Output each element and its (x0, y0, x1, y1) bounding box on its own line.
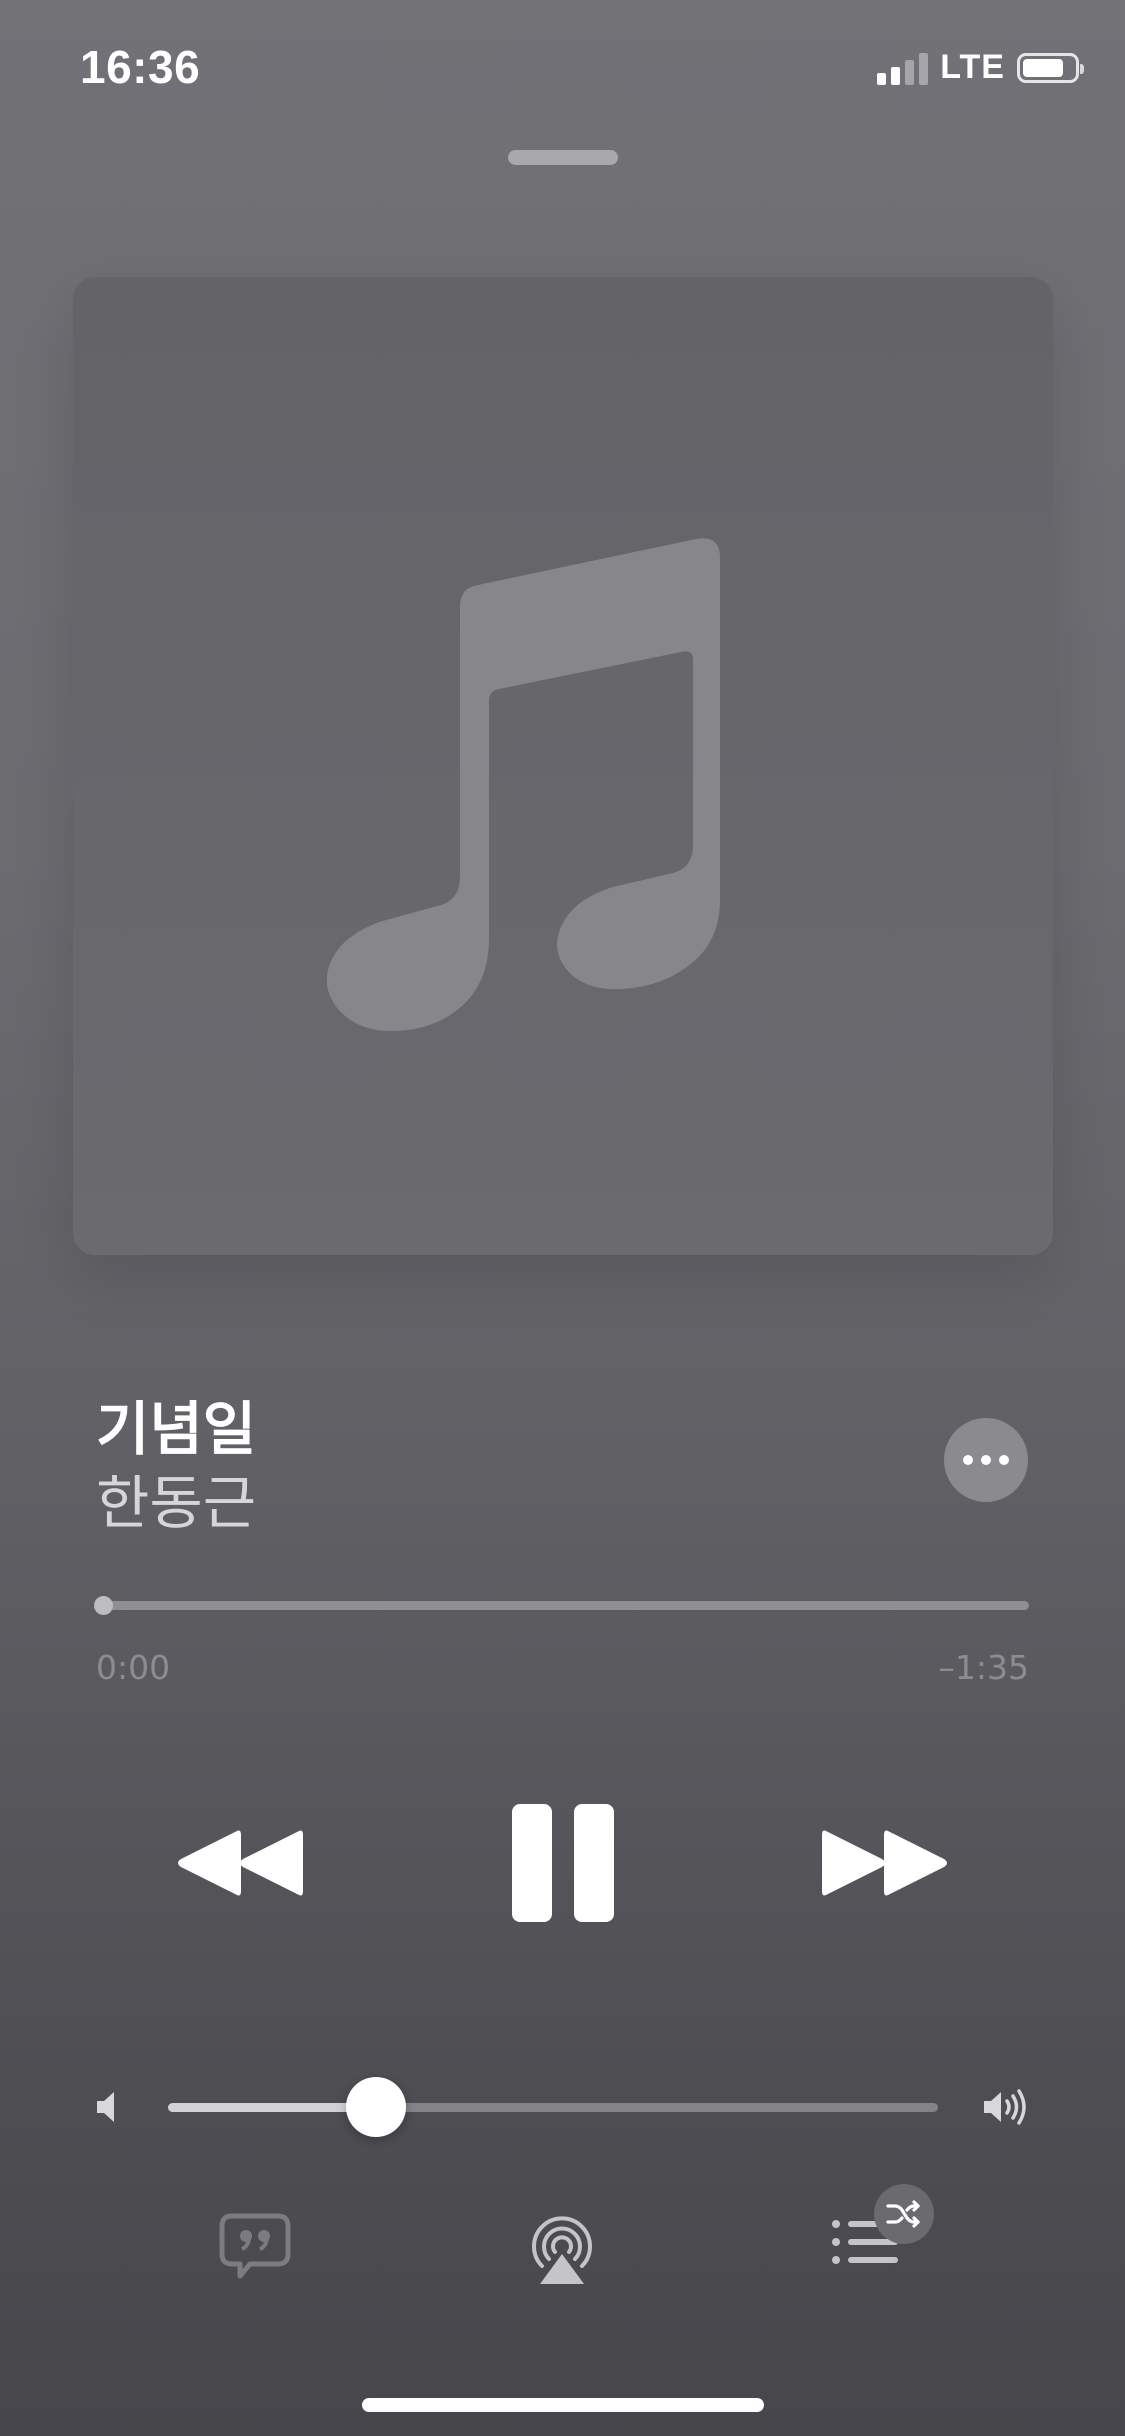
rewind-icon (178, 1830, 303, 1896)
fast-forward-button[interactable] (815, 1818, 955, 1908)
battery-level (1023, 58, 1063, 77)
remaining-time: –1:35 (938, 1648, 1029, 1687)
fast-forward-icon (822, 1830, 947, 1896)
speaker-wave-icon (984, 2089, 1026, 2125)
speaker-icon (97, 2092, 114, 2122)
volume-fill (168, 2103, 376, 2112)
home-indicator[interactable] (362, 2398, 764, 2412)
volume-max-button[interactable] (982, 2088, 1030, 2126)
battery-icon (1017, 52, 1084, 83)
pause-icon (511, 1803, 552, 1922)
ellipsis-icon (963, 1455, 973, 1465)
more-options-button[interactable] (944, 1418, 1028, 1502)
shuffle-icon (886, 2200, 920, 2228)
volume-knob[interactable] (345, 2077, 406, 2137)
playback-scrubber-knob[interactable] (94, 1596, 113, 1615)
airplay-button[interactable] (528, 2210, 596, 2286)
lyrics-quote-bubble-icon (219, 2213, 291, 2279)
track-title: 기념일 (96, 1395, 257, 1463)
signal-strength-icon (877, 51, 929, 85)
playback-scrubber[interactable] (94, 1596, 1029, 1615)
lyrics-button[interactable] (218, 2212, 292, 2282)
sheet-grabber[interactable] (508, 150, 618, 165)
status-time: 16:36 (80, 41, 201, 93)
rewind-button[interactable] (170, 1818, 310, 1908)
status-indicators: LTE (877, 48, 1084, 87)
volume-min-button[interactable] (94, 2090, 124, 2124)
elapsed-time: 0:00 (96, 1648, 171, 1687)
network-type: LTE (940, 48, 1005, 86)
volume-slider[interactable] (168, 2077, 938, 2137)
album-artwork[interactable] (73, 277, 1053, 1255)
shuffle-badge[interactable] (874, 2184, 934, 2244)
pause-button[interactable] (505, 1800, 620, 1925)
airplay-icon (532, 2216, 592, 2284)
music-note-icon (326, 538, 720, 1031)
track-artist[interactable]: 한동근 (96, 1456, 256, 1540)
